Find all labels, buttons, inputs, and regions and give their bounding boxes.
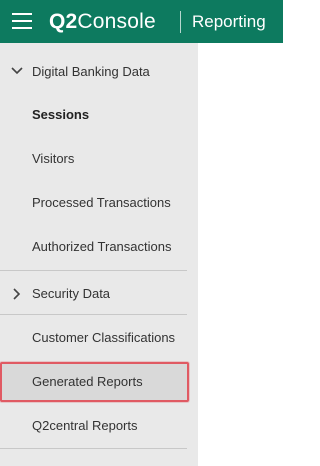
logo-console-text: Console — [77, 10, 156, 33]
main-content — [198, 43, 283, 466]
sidebar-item-label: Customer Classifications — [32, 330, 176, 345]
sidebar-item-customer-classifications[interactable]: Customer Classifications — [0, 316, 198, 360]
sidebar-item-label: Digital Banking Data — [32, 64, 150, 79]
sidebar-item-label: Security Data — [32, 286, 111, 301]
sidebar-item-label: Visitors — [32, 151, 75, 166]
sidebar-item-q2central-reports[interactable]: Q2central Reports — [0, 404, 198, 448]
sidebar-item-generated-reports[interactable]: Generated Reports — [0, 360, 198, 404]
sidebar-group-security-data[interactable]: Security Data — [0, 272, 198, 316]
sidebar-divider — [0, 270, 187, 271]
sidebar-group-digital-banking-data[interactable]: Digital Banking Data — [0, 50, 198, 94]
sidebar-item-label: Q2central Reports — [32, 418, 138, 433]
sidebar-item-processed-transactions[interactable]: Processed Transactions — [0, 181, 198, 225]
sidebar-item-label: Sessions — [32, 107, 90, 122]
sidebar-item-label: Authorized Transactions — [32, 239, 172, 254]
hamburger-menu-icon[interactable] — [12, 13, 32, 29]
chevron-right-icon — [11, 272, 23, 316]
logo-q2-text: Q2 — [49, 10, 78, 33]
sidebar: Digital Banking Data Sessions Visitors P… — [0, 43, 198, 466]
sidebar-item-sessions[interactable]: Sessions — [0, 93, 198, 137]
section-title: Reporting — [192, 12, 266, 31]
sidebar-item-label: Processed Transactions — [32, 195, 171, 210]
sidebar-item-authorized-transactions[interactable]: Authorized Transactions — [0, 225, 198, 269]
sidebar-item-label: Generated Reports — [32, 374, 143, 389]
header-divider — [180, 11, 181, 33]
sidebar-item-visitors[interactable]: Visitors — [0, 137, 198, 181]
top-bar: Q2 Console Reporting — [0, 0, 283, 43]
sidebar-divider — [0, 448, 187, 449]
sidebar-divider — [0, 314, 187, 315]
chevron-down-icon — [11, 50, 23, 94]
q2console-logo[interactable]: Q2 Console — [49, 9, 156, 35]
